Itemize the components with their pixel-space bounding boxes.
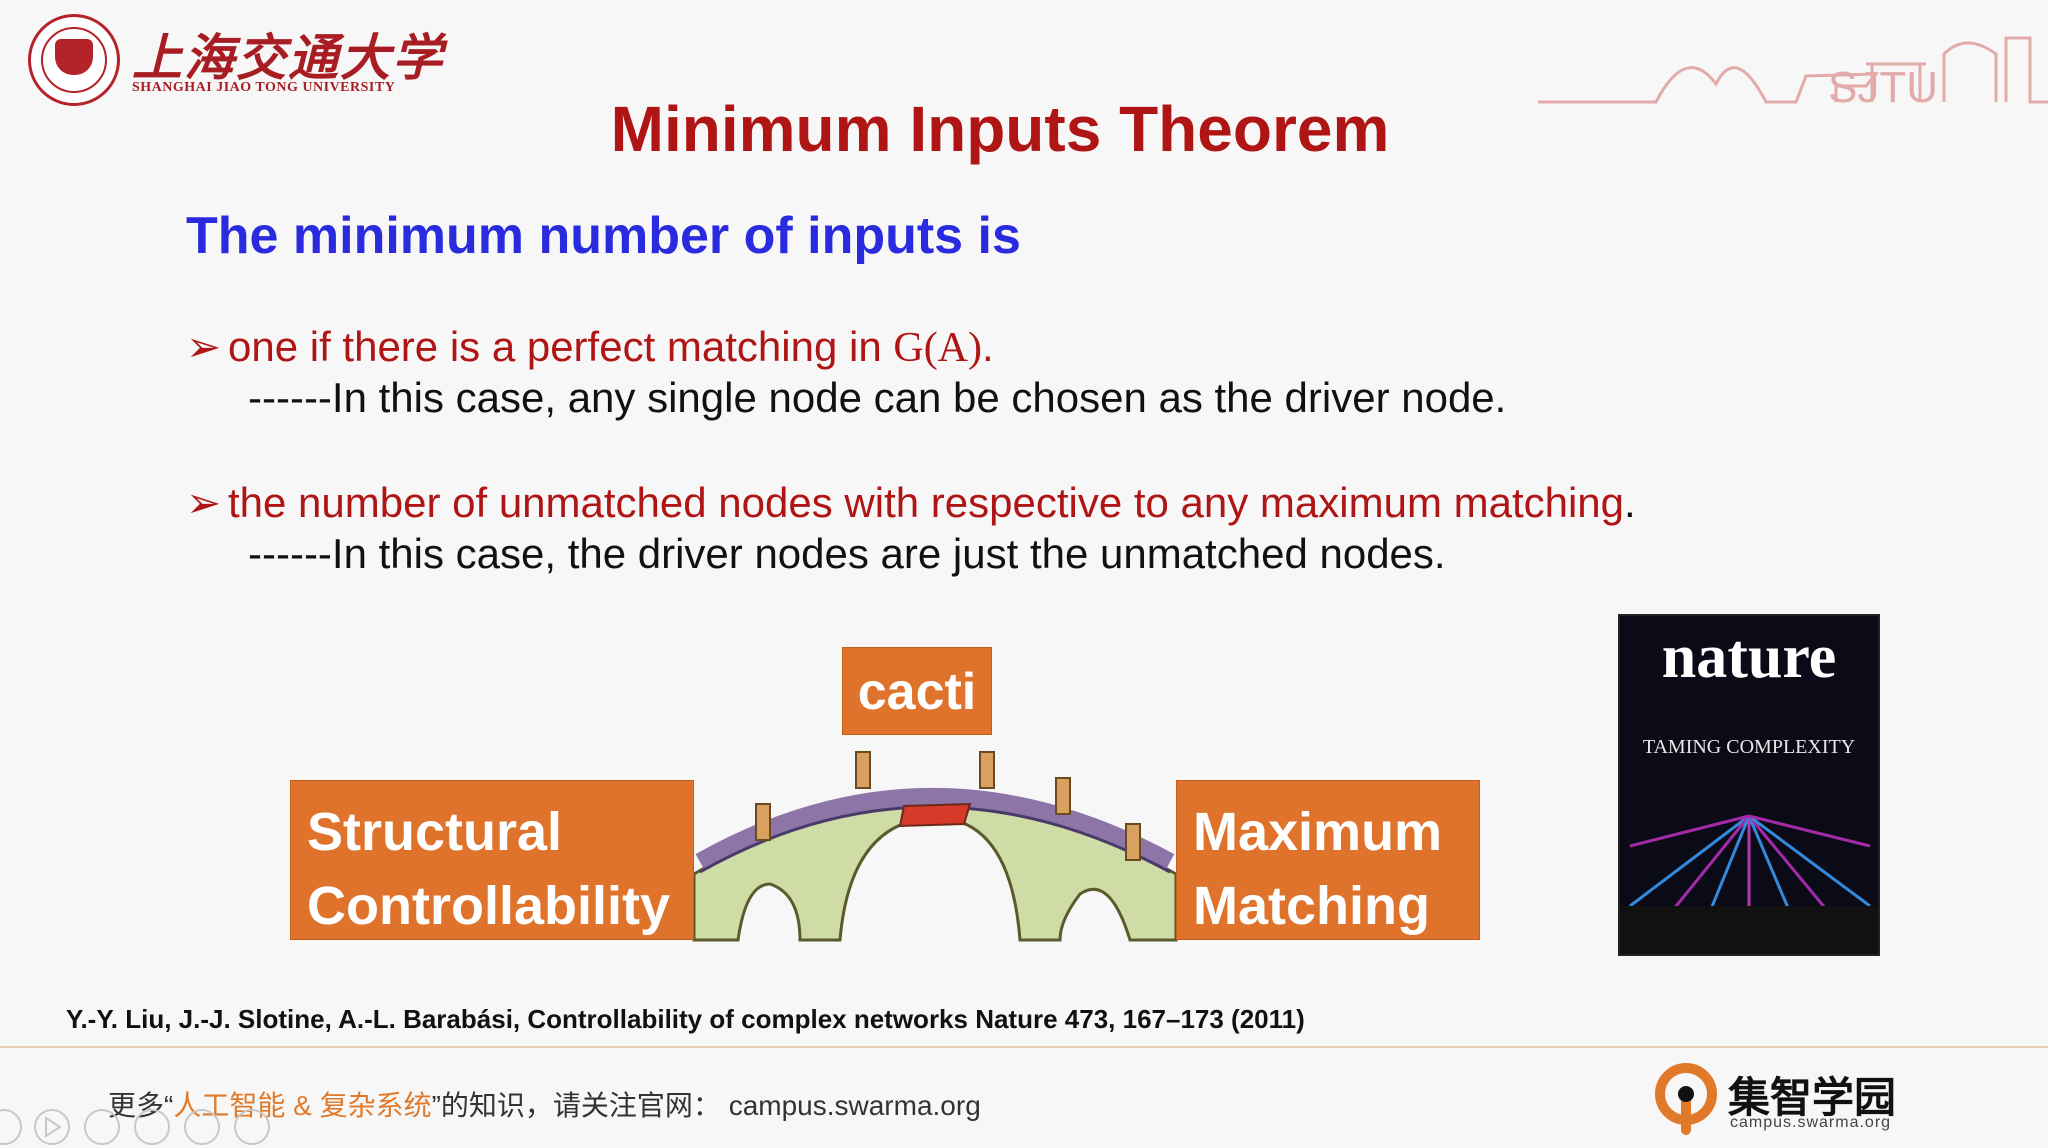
- bullet-end: .: [982, 323, 994, 370]
- box-line: Controllability: [307, 876, 670, 936]
- box-line: Matching: [1193, 876, 1430, 936]
- box-line: Structural: [307, 802, 563, 862]
- brand-url: campus.swarma.org: [1730, 1114, 1892, 1131]
- box-line: Maximum: [1193, 802, 1443, 862]
- swarma-logo-icon: [1655, 1063, 1717, 1135]
- bullet-detail: ------In this case, any single node can …: [248, 374, 1507, 421]
- bullet-detail: ------In this case, the driver nodes are…: [248, 530, 1446, 577]
- bullet-text: one if there is a perfect matching in: [228, 323, 894, 370]
- bullet-unmatched-nodes: ➢ the number of unmatched nodes with resp…: [186, 478, 1636, 527]
- bullet-text: the number of unmatched nodes with respe…: [228, 479, 1625, 526]
- bullet-arrow-icon: ➢: [186, 479, 222, 526]
- reference-citation: Y.-Y. Liu, J.-J. Slotine, A.-L. Barabási…: [66, 1004, 1305, 1034]
- seal-emblem: [55, 39, 93, 75]
- bullet-end: .: [1624, 479, 1636, 526]
- more-icon: [234, 1109, 270, 1145]
- play-icon: [34, 1109, 70, 1145]
- bridge-illustration: [692, 751, 1178, 942]
- slide-title: Minimum Inputs Theorem: [610, 93, 1390, 165]
- slide-subtitle: The minimum number of inputs is: [186, 207, 1021, 265]
- cover-title: nature: [1661, 623, 1837, 691]
- bullet-perfect-matching: ➢ one if there is a perfect matching in G…: [186, 322, 994, 372]
- nature-cover-image: nature TAMING COMPLEXITY: [1618, 614, 1880, 956]
- prev-icon: [0, 1109, 22, 1145]
- cover-caption: TAMING COMPLEXITY: [1642, 736, 1856, 758]
- copy-icon: [134, 1109, 170, 1145]
- footer-divider: [0, 1046, 2048, 1048]
- footer-suffix: ”的知识，请关注官网：: [431, 1090, 721, 1121]
- cacti-box: cacti: [842, 647, 992, 735]
- footer-url-link[interactable]: campus.swarma.org: [729, 1090, 981, 1121]
- bullet-math: G(A): [893, 325, 982, 371]
- player-controls[interactable]: [0, 1106, 290, 1148]
- zoom-icon: [184, 1109, 220, 1145]
- bullet-arrow-icon: ➢: [186, 323, 222, 370]
- maximum-matching-box: Maximum Matching: [1176, 780, 1480, 940]
- pen-icon: [84, 1109, 120, 1145]
- structural-controllability-box: Structural Controllability: [290, 780, 694, 940]
